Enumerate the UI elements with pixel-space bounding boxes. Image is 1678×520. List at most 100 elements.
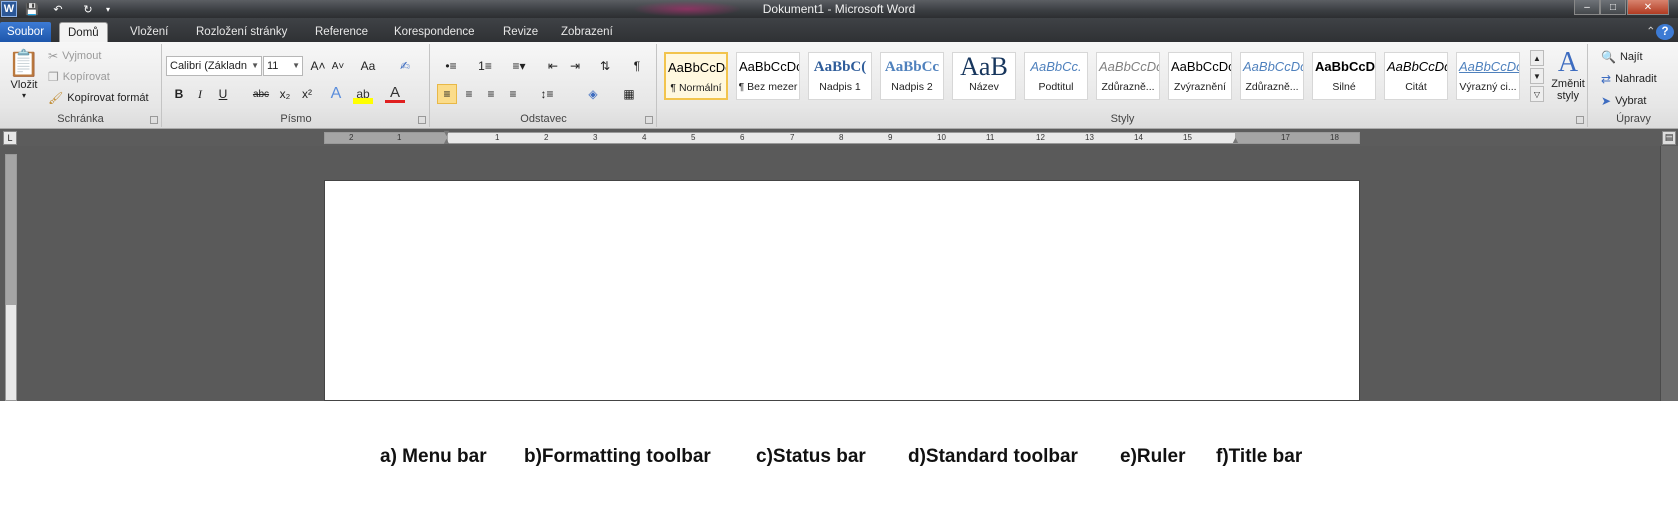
justify-icon[interactable]: ≡ xyxy=(503,84,523,104)
font-name-dropdown[interactable]: Calibri (Základn ▼ xyxy=(166,56,262,76)
paragraph-group-label: Odstavec xyxy=(520,113,567,125)
style-item[interactable]: AaBbCcDc Silné xyxy=(1312,52,1376,100)
superscript-button[interactable]: x² xyxy=(297,84,317,104)
font-size-dropdown[interactable]: 11 ▼ xyxy=(263,56,303,76)
tab-references[interactable]: Reference xyxy=(307,22,376,42)
strikethrough-button[interactable]: abc xyxy=(249,84,273,104)
document-page[interactable] xyxy=(324,180,1360,401)
borders-icon[interactable]: ▦ xyxy=(615,84,643,104)
pilcrow-icon[interactable]: ¶ xyxy=(627,56,647,76)
style-item[interactable]: AaBbC(Nadpis 1 xyxy=(808,52,872,100)
tab-home[interactable]: Domů xyxy=(59,22,108,42)
italic-button[interactable]: I xyxy=(190,84,210,104)
close-button[interactable]: ✕ xyxy=(1627,0,1669,15)
change-case-button[interactable]: Aa xyxy=(355,56,381,76)
style-item[interactable]: AaBbCcDc ¶ Bez mezer xyxy=(736,52,800,100)
style-item[interactable]: AaB Název xyxy=(952,52,1016,100)
tab-view[interactable]: Zobrazení xyxy=(553,22,621,42)
ruler-tick-label: 18 xyxy=(1330,133,1339,142)
bold-button[interactable]: B xyxy=(169,84,189,104)
change-styles-label-2: styly xyxy=(1557,90,1579,102)
underline-button[interactable]: U xyxy=(213,84,233,104)
option-f: f)Title bar xyxy=(1216,446,1303,467)
find-button[interactable]: 🔍 Najít xyxy=(1601,50,1643,64)
vertical-scrollbar[interactable] xyxy=(1660,146,1678,401)
document-area xyxy=(0,146,1678,401)
horizontal-ruler[interactable]: 2 1 1 2 3 4 5 6 7 8 9 10 11 12 13 14 15 17 18 ▼ ▲ ▲ xyxy=(324,129,1360,146)
style-item[interactable]: AaBbCcDc Citát xyxy=(1384,52,1448,100)
font-color-icon[interactable]: A xyxy=(385,84,405,103)
decrease-indent-icon[interactable]: ⇤ xyxy=(543,56,563,76)
view-ruler-icon[interactable]: ▤ xyxy=(1662,131,1676,145)
style-item[interactable]: AaBbCcDc Zdůrazně... xyxy=(1240,52,1304,100)
shading-icon[interactable]: ◈ xyxy=(579,84,607,104)
increase-indent-icon[interactable]: ⇥ xyxy=(565,56,585,76)
select-label: Vybrat xyxy=(1615,95,1647,107)
right-indent-icon[interactable]: ▲ xyxy=(1231,135,1241,145)
multilevel-list-icon[interactable]: ≡▾ xyxy=(505,56,533,76)
indent-marker-icon[interactable]: ▼ ▲ xyxy=(442,129,452,146)
copy-button[interactable]: ❐ Kopírovat xyxy=(48,70,110,84)
style-item[interactable]: AaBbCc. Podtitul xyxy=(1024,52,1088,100)
subscript-button[interactable]: x₂ xyxy=(275,84,295,104)
ruler-tick-label: 11 xyxy=(986,133,995,142)
gallery-more-icon[interactable]: ▽ xyxy=(1530,86,1544,102)
style-item[interactable]: AaBbCcDc Zvýraznění xyxy=(1168,52,1232,100)
gallery-down-icon[interactable]: ▼ xyxy=(1530,68,1544,84)
clear-formatting-icon[interactable]: ✍ xyxy=(395,56,415,76)
vertical-ruler[interactable] xyxy=(5,154,17,401)
paragraph-launcher-icon[interactable] xyxy=(645,116,653,124)
style-item[interactable]: AaBbCcDc Výrazný ci... xyxy=(1456,52,1520,100)
select-button[interactable]: ➤ Vybrat xyxy=(1601,94,1646,108)
shrink-font-button[interactable]: A˅ xyxy=(328,56,348,76)
style-sample: AaBbCc. xyxy=(1030,59,1082,74)
cut-button[interactable]: ✂ Vyjmout xyxy=(48,49,101,63)
style-item[interactable]: AaBbCcDc Zdůrazně... xyxy=(1096,52,1160,100)
styles-launcher-icon[interactable] xyxy=(1576,116,1584,124)
font-launcher-icon[interactable] xyxy=(418,116,426,124)
tab-selector-icon[interactable]: L xyxy=(3,131,17,145)
style-name: ¶ Bez mezer xyxy=(738,81,798,93)
style-sample: AaBbCcDc xyxy=(1387,59,1447,74)
style-item[interactable]: AaBbCc Nadpis 2 xyxy=(880,52,944,100)
bullets-icon[interactable]: •≡ xyxy=(437,56,465,76)
paste-button[interactable]: 📋 Vložit ▾ xyxy=(6,48,42,100)
gallery-up-icon[interactable]: ▲ xyxy=(1530,50,1544,66)
change-styles-button[interactable]: A Změnit styly xyxy=(1548,48,1588,103)
scissors-icon: ✂ xyxy=(48,49,59,63)
ruler-right-margin xyxy=(1235,133,1359,143)
align-right-icon[interactable]: ≡ xyxy=(481,84,501,104)
style-name: Podtitul xyxy=(1038,81,1074,93)
font-name-value: Calibri (Základn xyxy=(170,60,248,72)
text-effects-icon[interactable]: A xyxy=(326,84,346,104)
option-a: a) Menu bar xyxy=(380,446,487,467)
sort-icon[interactable]: ⇅ xyxy=(595,56,615,76)
align-center-icon[interactable]: ≡ xyxy=(459,84,479,104)
grow-font-button[interactable]: A˄ xyxy=(308,56,328,76)
ruler-tick-label: 1 xyxy=(495,133,500,142)
cut-label: Vyjmout xyxy=(62,50,102,62)
clipboard-launcher-icon[interactable] xyxy=(150,116,158,124)
line-spacing-icon[interactable]: ↕≡ xyxy=(533,84,561,104)
align-left-icon[interactable]: ≡ xyxy=(437,84,457,104)
style-item[interactable]: AaBbCcDc ¶ Normální xyxy=(664,52,728,100)
tab-review[interactable]: Revize xyxy=(495,22,546,42)
chevron-down-icon: ▼ xyxy=(251,61,259,70)
tab-insert[interactable]: Vložení xyxy=(122,22,176,42)
format-painter-button[interactable]: 🖌 Kopírovat formát xyxy=(48,91,149,105)
option-d: d)Standard toolbar xyxy=(908,446,1078,467)
help-icon[interactable]: ? xyxy=(1656,24,1674,40)
replace-button[interactable]: ⇄ Nahradit xyxy=(1601,72,1657,86)
tab-mailings[interactable]: Korespondence xyxy=(386,22,483,42)
style-sample: AaBbCc xyxy=(884,59,940,75)
option-c: c)Status bar xyxy=(756,446,866,467)
maximize-button[interactable]: □ xyxy=(1600,0,1626,15)
numbering-icon[interactable]: 1≡ xyxy=(471,56,499,76)
chevron-down-icon: ▼ xyxy=(292,61,300,70)
highlight-icon[interactable]: ab xyxy=(353,84,373,104)
minimize-button[interactable]: – xyxy=(1574,0,1600,15)
ruler-tick-label: 4 xyxy=(642,133,647,142)
style-name: Zvýraznění xyxy=(1174,81,1226,93)
tab-page-layout[interactable]: Rozložení stránky xyxy=(188,22,295,42)
tab-file[interactable]: Soubor xyxy=(0,22,51,42)
